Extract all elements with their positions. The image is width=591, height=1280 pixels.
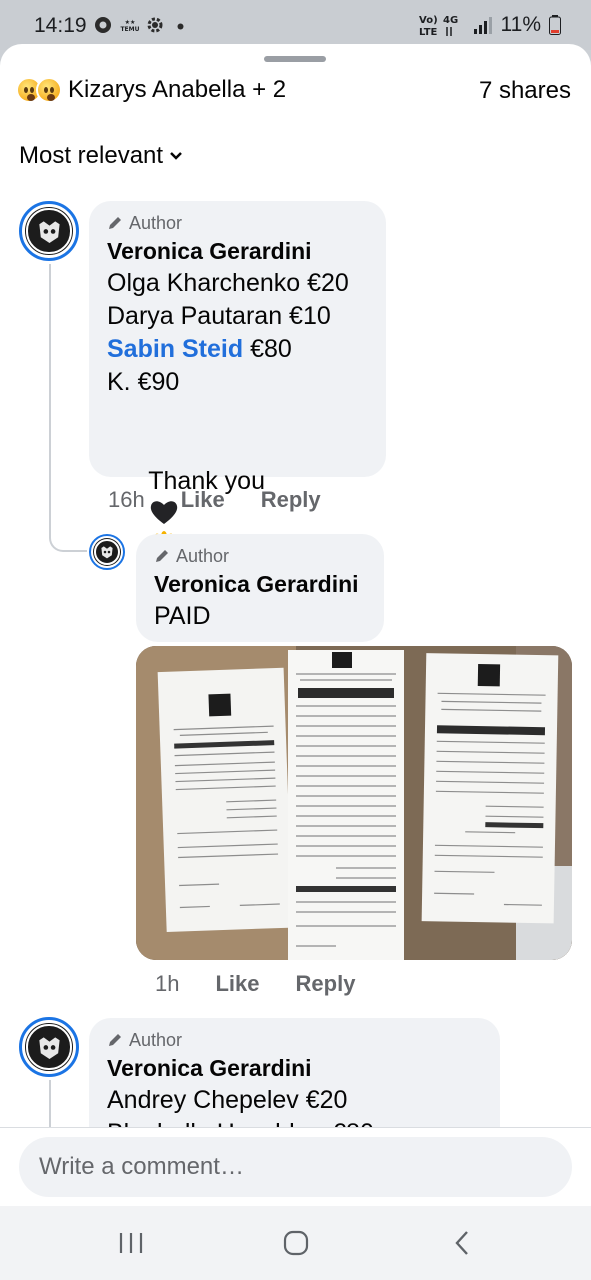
sort-label: Most relevant [19, 142, 164, 169]
drag-handle[interactable] [264, 56, 326, 62]
comment-line: Olga Kharchenko €20 [107, 269, 349, 297]
comment-line [107, 399, 368, 432]
pencil-icon [109, 1034, 121, 1046]
author-name[interactable]: Veronica Gerardini [107, 235, 368, 267]
svg-text:LTE: LTE [419, 27, 438, 38]
pencil-icon [109, 217, 121, 229]
comment-bubble[interactable]: Author Veronica Gerardini Olga Kharchenk… [89, 201, 386, 591]
reply-button[interactable]: Reply [261, 487, 321, 513]
svg-text:★★: ★★ [125, 19, 136, 26]
sort-dropdown[interactable]: Most relevant [19, 142, 183, 170]
back-icon [455, 1231, 468, 1255]
author-name[interactable]: Veronica Gerardini [154, 568, 366, 600]
battery-icon [549, 15, 561, 35]
recent-apps-button[interactable] [111, 1228, 151, 1258]
author-badge-label: Author [129, 1029, 183, 1050]
signal-icon [473, 17, 492, 34]
wow-reaction-icon [36, 77, 62, 103]
comment-input[interactable] [19, 1137, 572, 1197]
svg-text:TEMU: TEMU [120, 26, 139, 33]
author-badge: Author [107, 211, 368, 235]
battery-level: 11% [500, 13, 541, 36]
like-button[interactable]: Like [215, 971, 259, 997]
author-badge: Author [107, 1028, 482, 1052]
settings-icon [147, 17, 163, 33]
author-badge-label: Author [129, 212, 183, 233]
comment-composer [0, 1127, 591, 1206]
shares-count[interactable]: 7 shares [479, 77, 571, 105]
status-bar: 14:19 ★★ TEMU Vo) LTE 4G 11% [0, 0, 591, 50]
mention-amount: €80 [243, 335, 292, 363]
reactors-label: Kizarys Anabella + 2 [68, 76, 287, 103]
reply-time: 1h [155, 971, 180, 996]
like-button[interactable]: Like [181, 487, 225, 513]
avatar[interactable] [19, 1017, 79, 1077]
comment-line: Darya Pautaran €10 [107, 302, 331, 330]
author-badge-label: Author [176, 545, 230, 566]
reply-button[interactable]: Reply [296, 971, 356, 997]
recent-apps-icon [119, 1233, 143, 1253]
reactions-summary[interactable]: Kizarys Anabella + 2 [16, 74, 286, 106]
pencil-icon [156, 550, 168, 562]
reply-bubble[interactable]: Author Veronica Gerardini PAID [136, 534, 384, 642]
comment-line: Andrey Chepelev €20 [107, 1086, 348, 1114]
comments-sheet: Kizarys Anabella + 2 7 shares Most relev… [0, 44, 591, 1206]
home-button[interactable] [276, 1228, 316, 1258]
receipts-photo-image [136, 646, 572, 960]
author-name[interactable]: Veronica Gerardini [107, 1052, 482, 1084]
mention-link[interactable]: Sabin Steid [107, 335, 243, 363]
comment-time: 16h [108, 487, 145, 512]
attached-photo[interactable] [136, 646, 572, 960]
avatar[interactable] [89, 534, 125, 570]
dot-icon [177, 23, 184, 30]
comment-line: K. €90 [107, 368, 180, 396]
chevron-down-icon [170, 152, 182, 160]
back-button[interactable] [442, 1228, 482, 1258]
volte-icon: Vo) LTE 4G [419, 15, 458, 38]
app-notification-icon [95, 17, 111, 33]
comment-actions: 16h Like Reply [108, 487, 321, 513]
reply-actions: 1h Like Reply [155, 971, 355, 997]
status-time: 14:19 [34, 14, 87, 37]
comment-line: PAID [154, 602, 211, 630]
author-badge: Author [154, 544, 366, 568]
comment-line: Sabin Steid €80 [107, 333, 368, 366]
temu-icon: ★★TEMU [118, 16, 142, 34]
home-icon [283, 1230, 309, 1256]
system-nav-bar [0, 1206, 591, 1280]
avatar[interactable] [19, 201, 79, 261]
svg-text:4G: 4G [443, 15, 458, 26]
svg-text:Vo): Vo) [419, 15, 438, 26]
thread-connector [49, 264, 87, 552]
